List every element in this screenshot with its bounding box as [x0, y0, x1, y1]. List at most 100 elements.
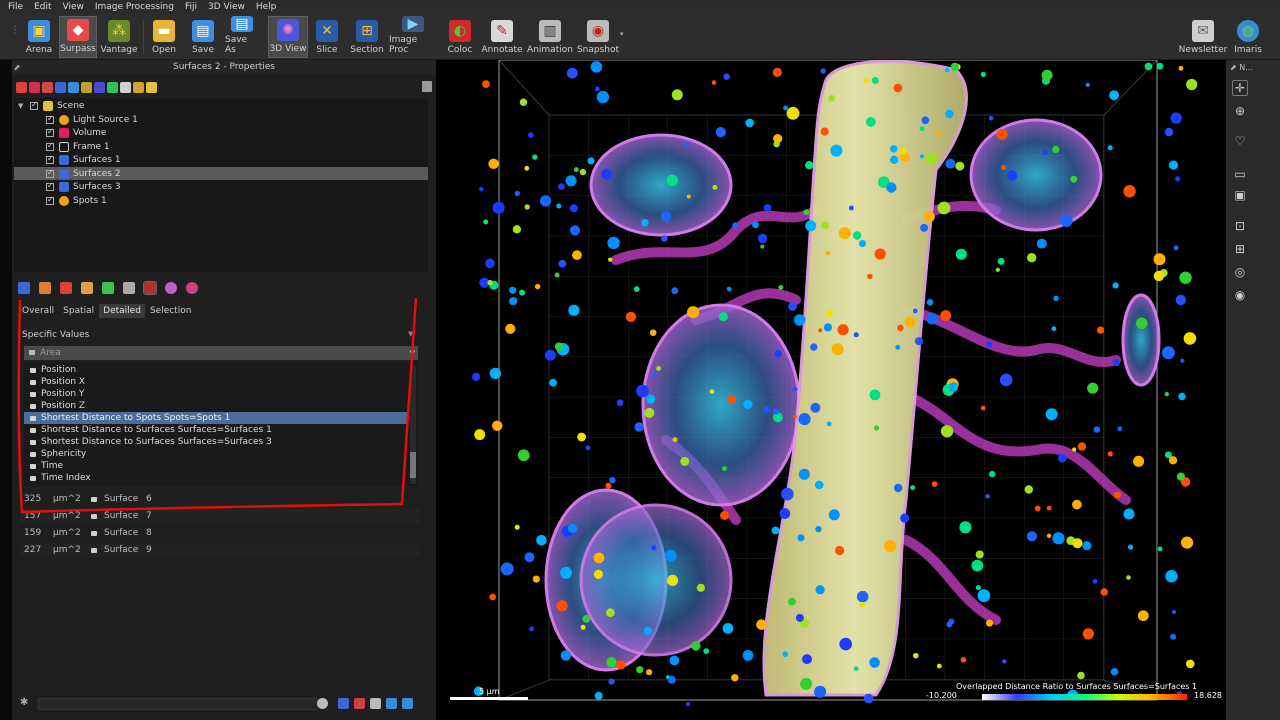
menu-file[interactable]: File [8, 2, 23, 12]
tree-item-surfaces-2[interactable]: Surfaces 2 [14, 167, 428, 180]
add-clipping-plane-icon[interactable] [107, 81, 118, 93]
algorithm-icon[interactable] [18, 282, 30, 294]
view-grid-icon[interactable]: ⊞ [1232, 241, 1248, 257]
brush-icon[interactable] [81, 282, 93, 294]
microscopy-render[interactable] [436, 60, 1226, 720]
menu-fiji[interactable]: Fiji [185, 2, 197, 12]
list-item[interactable]: Position Y [24, 388, 408, 400]
tab-spatial[interactable]: Spatial [59, 304, 98, 318]
filter-input[interactable] [38, 698, 318, 710]
add-volume-icon[interactable] [133, 81, 144, 93]
tree-item-surfaces-3[interactable]: Surfaces 3 [14, 180, 428, 193]
pencil-icon[interactable] [60, 282, 72, 294]
table-row[interactable]: 227 µm^2 Surface 9 [20, 543, 420, 557]
search-icon[interactable] [317, 698, 328, 709]
navigate-icon[interactable]: ⊕ [1232, 103, 1248, 119]
collapse-icon[interactable]: ▼ [18, 102, 26, 110]
menu-edit[interactable]: Edit [34, 2, 51, 12]
visibility-checkbox[interactable] [46, 181, 54, 191]
list-item[interactable]: Position X [24, 376, 408, 388]
color-code-icon[interactable] [338, 698, 349, 709]
menu-help[interactable]: Help [256, 2, 277, 12]
reset-view-icon[interactable]: ◉ [1232, 287, 1248, 303]
coloc-button[interactable]: ◐ Coloc [446, 16, 474, 58]
export-all-icon[interactable] [370, 698, 381, 709]
visibility-checkbox[interactable] [30, 100, 38, 110]
save-as-button[interactable]: ▤ Save As [225, 16, 259, 58]
visibility-checkbox[interactable] [46, 154, 54, 164]
menu-image-processing[interactable]: Image Processing [95, 2, 174, 12]
list-item[interactable]: Time Index [24, 472, 408, 484]
add-spots-icon[interactable] [16, 81, 27, 93]
sidebar-pin-icon[interactable]: ⬈ [1230, 63, 1237, 72]
tab-detailed[interactable]: Detailed [99, 304, 145, 318]
3d-viewer[interactable]: 5 µm Overlapped Distance Ratio to Surfac… [436, 60, 1226, 720]
color-icon[interactable] [102, 282, 114, 294]
visibility-checkbox[interactable] [46, 168, 54, 178]
filter-icon[interactable] [123, 282, 135, 294]
section-button[interactable]: ⊞ Section [350, 16, 384, 58]
statistics-icon[interactable] [143, 281, 157, 295]
tab-selection[interactable]: Selection [146, 304, 195, 318]
3d-view-button[interactable]: ✺ 3D View [268, 16, 308, 58]
table-row[interactable]: 159 µm^2 Surface 8 [20, 526, 420, 540]
tab-overall[interactable]: Overall [18, 304, 58, 318]
menu-3d-view[interactable]: 3D View [208, 2, 245, 12]
snapshot-button[interactable]: ◉ Snapshot [577, 16, 619, 58]
list-item[interactable]: Sphericity [24, 448, 408, 460]
color-wheel-icon[interactable] [165, 282, 177, 294]
surpass-button[interactable]: ◆ Surpass [59, 16, 97, 58]
statistic-select[interactable]: Area ▼ [24, 346, 418, 360]
tree-item-spots-1[interactable]: Spots 1 [14, 194, 428, 207]
export-icon[interactable] [354, 698, 365, 709]
save-button[interactable]: ▤ Save [189, 16, 217, 58]
add-group-folder-icon[interactable] [146, 81, 157, 93]
image-proc-button[interactable]: ▶ Image Proc [389, 16, 437, 58]
list-item[interactable]: Time [24, 460, 408, 472]
annotate-button[interactable]: ✎ Annotate [481, 16, 523, 58]
list-item[interactable]: Position Z [24, 400, 408, 412]
slice-button[interactable]: ✕ Slice [313, 16, 341, 58]
list-item[interactable]: Shortest Distance to Surfaces Surfaces=S… [24, 424, 408, 436]
add-reference-frame-icon[interactable] [94, 81, 105, 93]
animation-button[interactable]: ▥ Animation [527, 16, 573, 58]
fit-icon[interactable]: ▣ [1232, 187, 1248, 203]
undock-icon[interactable]: ⬈ [12, 61, 22, 72]
trash-icon[interactable] [422, 81, 432, 92]
list-item[interactable]: Position [24, 364, 408, 376]
add-filaments-icon[interactable] [55, 81, 66, 93]
settings-icon[interactable] [186, 282, 198, 294]
scroll-thumb[interactable] [410, 452, 416, 478]
table-row[interactable]: 157 µm^2 Surface 7 [20, 509, 420, 523]
add-cells-icon[interactable] [42, 81, 53, 93]
chevron-down-icon[interactable]: ▼ [408, 330, 413, 338]
add-tracks-icon[interactable] [68, 81, 79, 93]
list-item[interactable]: Shortest Distance to Surfaces Surfaces=S… [24, 436, 408, 448]
visibility-checkbox[interactable] [46, 141, 54, 151]
list-scrollbar[interactable] [410, 366, 416, 484]
center-icon[interactable]: ⊡ [1232, 218, 1248, 234]
visibility-checkbox[interactable] [46, 195, 54, 205]
hand-icon[interactable]: ♡ [1232, 133, 1248, 149]
tree-item-light-source[interactable]: Light Source 1 [14, 113, 428, 126]
tree-item-volume[interactable]: Volume [14, 126, 428, 139]
visibility-checkbox[interactable] [46, 114, 54, 124]
newsletter-button[interactable]: ✉ Newsletter [1179, 16, 1227, 58]
add-surfaces-icon[interactable] [29, 81, 40, 93]
imaris-button[interactable]: ◍ Imaris [1234, 16, 1262, 58]
tree-item-frame[interactable]: Frame 1 [14, 140, 428, 153]
wrench-icon[interactable]: ✱ [20, 697, 30, 709]
orbit-icon[interactable]: ◎ [1232, 264, 1248, 280]
toolbar-grip-icon[interactable]: ⋮ [10, 26, 20, 46]
menu-view[interactable]: View [63, 2, 84, 12]
toolbar-overflow-icon[interactable]: ▾ [620, 30, 624, 38]
settings-stats-icon[interactable] [402, 698, 413, 709]
vantage-button[interactable]: ⁂ Vantage [101, 16, 138, 58]
list-item-selected[interactable]: Shortest Distance to Spots Spots=Spots 1 [24, 412, 408, 424]
save-stats-icon[interactable] [386, 698, 397, 709]
edit-icon[interactable] [39, 282, 51, 294]
select-pointer-icon[interactable]: ✛ [1232, 80, 1248, 96]
visibility-checkbox[interactable] [46, 127, 54, 137]
table-row[interactable]: 325 µm^2 Surface 6 [20, 492, 420, 506]
tree-item-scene[interactable]: ▼ Scene [14, 99, 428, 112]
